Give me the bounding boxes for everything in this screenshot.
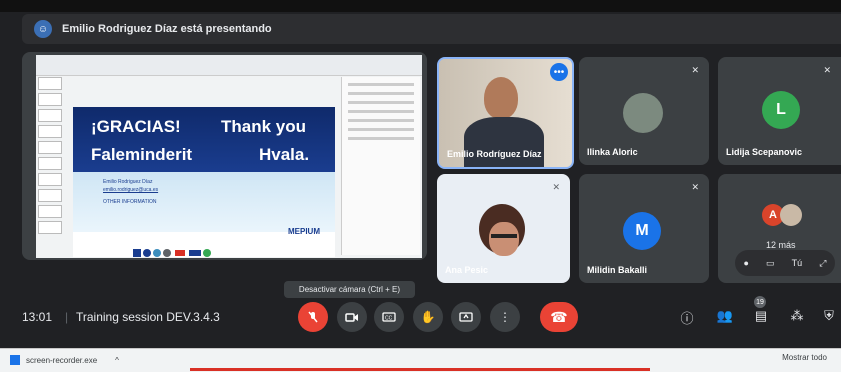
phone-hangup-icon: ☎ [550, 308, 568, 325]
camera-icon [345, 313, 358, 322]
self-mic-off-icon[interactable]: ● [744, 258, 749, 268]
presenting-text: Emilio Rodriguez Díaz está presentando [62, 23, 272, 35]
participant-initial-avatar: L [762, 91, 800, 129]
slide-header-band: ¡GRACIAS! Thank you Faleminderit Hvala. [73, 107, 335, 172]
shared-screen[interactable]: ¡GRACIAS! Thank you Faleminderit Hvala. … [22, 52, 427, 260]
slide-footer-logos [133, 245, 253, 257]
meeting-window: ☺ Emilio Rodriguez Díaz está presentando… [0, 0, 841, 372]
slide-canvas: ¡GRACIAS! Thank you Faleminderit Hvala. … [73, 107, 335, 257]
captions-icon: CC [382, 312, 396, 322]
panel-line [348, 83, 414, 86]
slide-thumbnail [38, 189, 62, 202]
participant-name: Ana Pesic [445, 265, 489, 275]
video-person-body [464, 117, 544, 167]
slide-thumbnail [38, 77, 62, 90]
participant-name: Milidin Bakalli [587, 265, 648, 275]
show-all-button[interactable]: Mostrar todo [782, 353, 827, 362]
participant-photo-avatar [623, 93, 663, 133]
separator: | [65, 310, 69, 324]
participant-tile-ana[interactable]: ✕ Ana Pesic [437, 174, 570, 283]
camera-tooltip: Desactivar cámara (Ctrl + E) [284, 281, 415, 298]
presentation-app: ¡GRACIAS! Thank you Faleminderit Hvala. … [36, 55, 422, 258]
raise-hand-button[interactable]: ✋ [413, 302, 443, 332]
top-strip [0, 0, 841, 12]
slide-thumbnail [38, 125, 62, 138]
format-panel [341, 77, 420, 255]
slide-thumbnail [38, 157, 62, 170]
video-person-face [489, 222, 519, 256]
participants-count-badge: 19 [754, 296, 766, 308]
participant-photo-avatar [780, 204, 802, 226]
presenter-avatar: ☺ [34, 20, 52, 38]
self-camera-icon[interactable]: ▭ [766, 258, 775, 269]
people-icon[interactable]: 👥 [716, 308, 734, 324]
meeting-time: 13:01 [22, 310, 53, 324]
meeting-name: Training session DEV.3.4.3 [76, 310, 220, 324]
host-controls-icon[interactable]: ⛨ [820, 308, 838, 324]
footer-logos-icon [133, 249, 211, 257]
slide-thumbnail [38, 109, 62, 122]
more-vert-icon: ⋮ [499, 310, 511, 324]
panel-line [348, 110, 414, 113]
mic-off-icon: ✕ [552, 182, 560, 192]
participant-tile-presenter[interactable]: ••• Emilio Rodríguez Díaz [437, 57, 574, 169]
participant-name: Emilio Rodríguez Díaz [447, 149, 542, 159]
info-icon[interactable]: ⓘ [678, 308, 696, 327]
chat-icon[interactable]: ▤ [752, 308, 770, 324]
slide-thumbnail [38, 173, 62, 186]
video-person-head [484, 77, 518, 119]
slide-thumbnail [38, 141, 62, 154]
self-label: Tú [791, 258, 803, 268]
panel-line [348, 119, 414, 122]
participant-initial-avatar: M [623, 212, 661, 250]
contact-name: Emilio Rodriguez Díaz [103, 179, 153, 185]
panel-line [348, 92, 414, 95]
slide-thumbnail [38, 205, 62, 218]
more-options-icon[interactable]: ••• [550, 63, 568, 81]
slide-thumbnail [38, 93, 62, 106]
presenting-banner: ☺ Emilio Rodriguez Díaz está presentando [22, 14, 841, 44]
slide-thumbnails [38, 77, 64, 255]
self-view-controls[interactable]: ● ▭ Tú ⤢ [735, 250, 835, 276]
video-person-glasses [491, 234, 517, 238]
participant-tile-milidin[interactable]: ✕ M Milidin Bakalli [579, 174, 709, 283]
slide-thumbnail [38, 221, 62, 234]
mic-off-icon: ✕ [823, 65, 831, 75]
app-ribbon [36, 55, 422, 76]
present-screen-icon [459, 312, 473, 322]
slide-text-thankyou: Thank you [221, 117, 307, 136]
slide-text-hvala: Hvala. [259, 145, 310, 164]
panel-line [348, 137, 414, 140]
present-button[interactable] [451, 302, 481, 332]
mic-off-icon: ✕ [691, 182, 699, 192]
download-item[interactable]: screen-recorder.exe ^ [10, 352, 150, 368]
contact-email: emilio.rodriguez@uca.es [103, 187, 159, 193]
other-information: OTHER INFORMATION [103, 199, 157, 205]
participant-name: Lidija Scepanovic [726, 147, 803, 157]
hand-icon: ✋ [420, 310, 436, 324]
panel-line [348, 101, 414, 104]
camera-button[interactable] [337, 302, 367, 332]
mic-off-button[interactable] [298, 302, 328, 332]
hang-up-button[interactable]: ☎ [540, 302, 578, 332]
download-filename: screen-recorder.exe [26, 355, 98, 365]
captions-button[interactable]: CC [374, 302, 404, 332]
svg-text:CC: CC [385, 316, 393, 322]
mic-off-icon [308, 311, 318, 323]
participant-tile-ilinka[interactable]: ✕ Ilinka Aloric [579, 57, 709, 165]
slide-text-gracias: ¡GRACIAS! [91, 117, 181, 136]
participant-name: Ilinka Aloric [587, 147, 638, 157]
panel-line [348, 128, 414, 131]
expand-icon[interactable]: ⤢ [819, 258, 826, 269]
participant-tile-lidija[interactable]: ✕ L Lidija Scepanovic [718, 57, 841, 165]
more-participants-count: 12 más [766, 240, 796, 250]
activities-icon[interactable]: ⁂ [788, 308, 806, 324]
file-icon [10, 355, 20, 365]
chevron-up-icon[interactable]: ^ [115, 356, 119, 365]
mic-off-icon: ✕ [691, 65, 699, 75]
slide-logo: MEPIUM [288, 227, 320, 236]
slide-text-faleminderit: Faleminderit [91, 145, 193, 164]
more-options-button[interactable]: ⋮ [490, 302, 520, 332]
